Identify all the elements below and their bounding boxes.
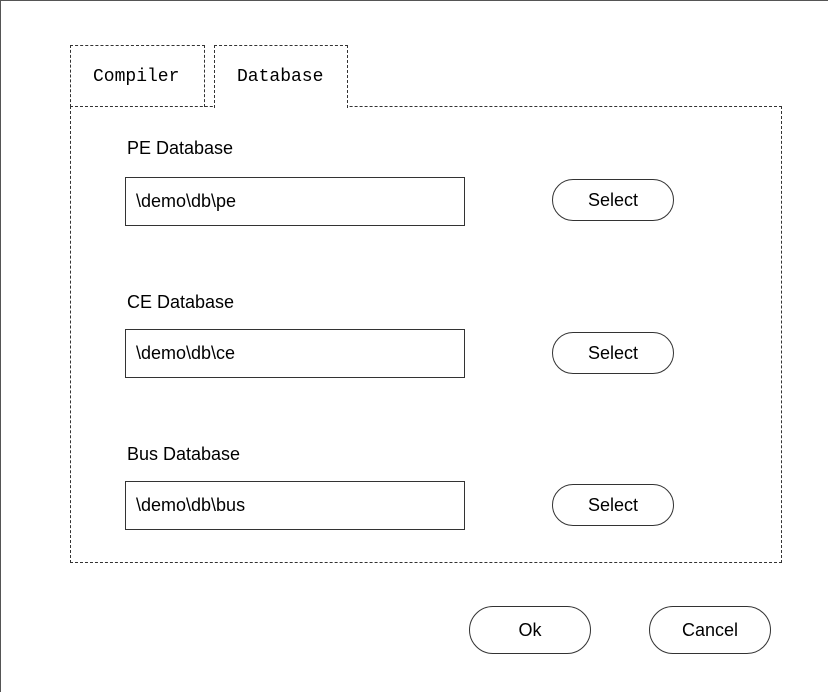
tab-database[interactable]: Database — [214, 45, 348, 108]
active-tab-connector — [215, 105, 347, 108]
bus-database-label: Bus Database — [127, 444, 241, 464]
ce-database-label: CE Database — [127, 292, 235, 312]
tab-compiler-label: Compiler — [93, 67, 180, 87]
ok-button[interactable]: Ok — [469, 606, 591, 654]
tab-compiler[interactable]: Compiler — [70, 45, 205, 107]
bus-select-button[interactable]: Select — [552, 484, 674, 526]
ce-database-field[interactable]: \demo\db\ce — [125, 329, 465, 378]
cancel-button[interactable]: Cancel — [649, 606, 771, 654]
ce-select-button[interactable]: Select — [552, 332, 674, 374]
pe-database-label: PE Database — [127, 138, 234, 158]
pe-select-button[interactable]: Select — [552, 179, 674, 221]
pe-database-field[interactable]: \demo\db\pe — [125, 177, 465, 226]
bus-database-field[interactable]: \demo\db\bus — [125, 481, 465, 530]
tab-database-label: Database — [237, 67, 324, 87]
